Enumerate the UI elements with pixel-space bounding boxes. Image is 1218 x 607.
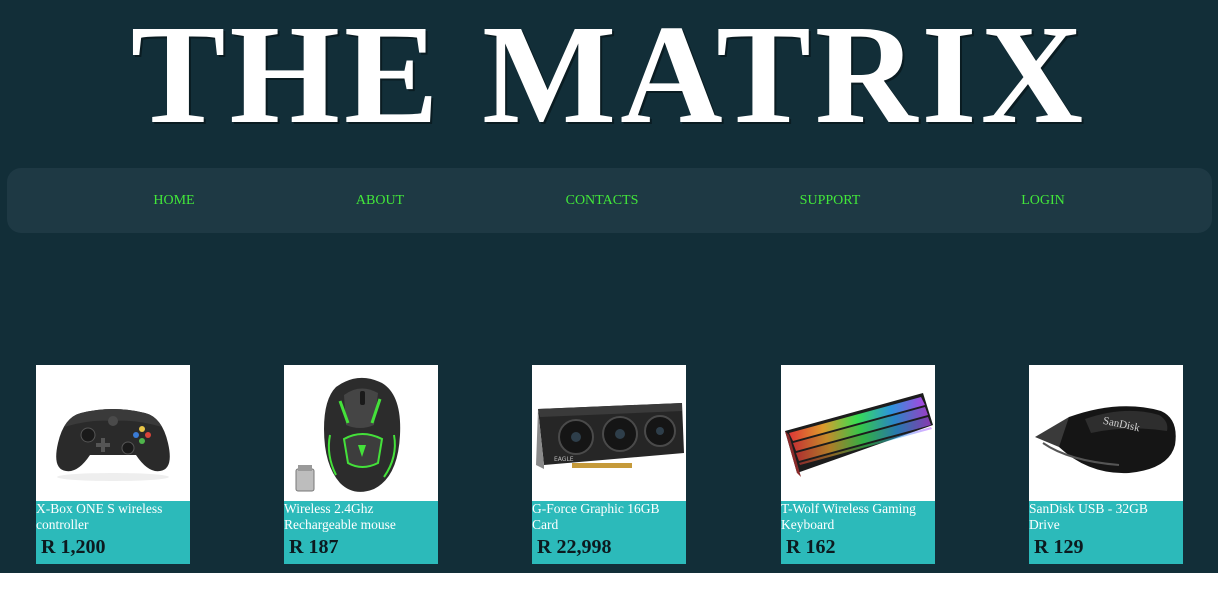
product-name: G-Force Graphic 16GB Card (532, 501, 660, 532)
game-controller-icon (56, 409, 170, 481)
product-card-usb-drive[interactable]: SanDisk SanDisk USB - 32GB Drive R 129 (1029, 365, 1183, 564)
product-price: R 162 (786, 536, 836, 558)
product-price: R 1,200 (41, 536, 106, 558)
nav-item-login[interactable]: LOGIN (1021, 168, 1065, 233)
product-image-graphics-card[interactable]: EAGLE (532, 365, 686, 501)
product-price: R 129 (1034, 536, 1084, 558)
graphics-card-icon: EAGLE (536, 403, 684, 469)
product-card-controller[interactable]: X-Box ONE S wireless controller R 1,200 (36, 365, 190, 564)
product-name: Wireless 2.4Ghz Rechargeable mouse (284, 501, 396, 532)
gaming-mouse-icon (295, 377, 401, 492)
page: THE MATRIX HOME ABOUT CONTACTS SUPPORT L… (0, 0, 1218, 573)
product-image-controller[interactable] (36, 365, 190, 501)
product-image-mouse[interactable] (284, 365, 438, 501)
product-name: SanDisk USB - 32GB Drive (1029, 501, 1148, 532)
product-image-keyboard[interactable] (781, 365, 935, 501)
product-card-graphics-card[interactable]: EAGLE G-Force Graphic 16GB Card R 22,998 (532, 365, 686, 564)
product-price: R 187 (289, 536, 339, 558)
usb-drive-icon: SanDisk (1035, 406, 1176, 474)
product-card-keyboard[interactable]: T-Wolf Wireless Gaming Keyboard R 162 (781, 365, 935, 564)
nav-item-contacts[interactable]: CONTACTS (566, 168, 639, 233)
svg-text:EAGLE: EAGLE (554, 456, 574, 463)
product-name: T-Wolf Wireless Gaming Keyboard (781, 501, 916, 532)
site-title: THE MATRIX (130, 0, 1088, 153)
product-image-usb-drive[interactable]: SanDisk (1029, 365, 1183, 501)
keyboard-icon (785, 393, 933, 477)
product-card-mouse[interactable]: Wireless 2.4Ghz Rechargeable mouse R 187 (284, 365, 438, 564)
product-price: R 22,998 (537, 536, 612, 558)
main-navigation: HOME ABOUT CONTACTS SUPPORT LOGIN (7, 168, 1212, 233)
product-name: X-Box ONE S wireless controller (36, 501, 163, 532)
nav-item-home[interactable]: HOME (153, 168, 194, 233)
nav-item-about[interactable]: ABOUT (356, 168, 404, 233)
nav-item-support[interactable]: SUPPORT (800, 168, 861, 233)
